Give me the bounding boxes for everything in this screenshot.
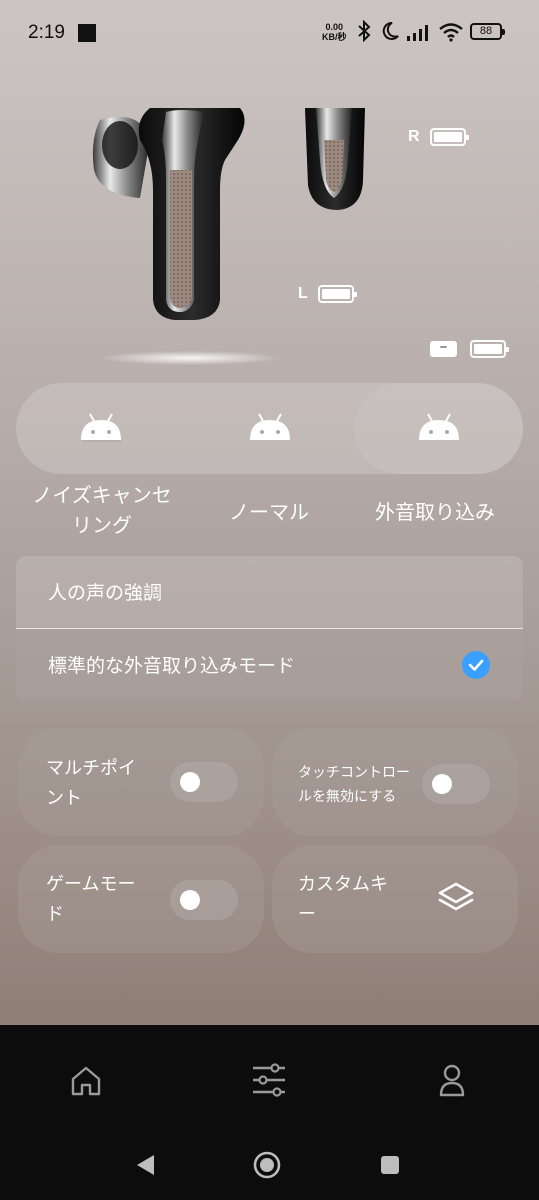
check-icon bbox=[462, 651, 490, 679]
tile-label-line2: ント bbox=[46, 788, 82, 809]
tile-label-line1: タッチコントロー bbox=[298, 765, 410, 781]
status-bar: 2:19 0.00 KB/秒 88 bbox=[0, 0, 539, 66]
layers-icon bbox=[438, 882, 474, 911]
option-voice-enhance[interactable]: 人の声の強調 bbox=[16, 556, 523, 628]
toggle-knob bbox=[432, 774, 452, 794]
tile-custom-key[interactable]: カスタムキ ー bbox=[272, 845, 518, 953]
option-label: 人の声の強調 bbox=[48, 582, 163, 604]
home-icon[interactable] bbox=[70, 1065, 102, 1097]
android-icon[interactable] bbox=[79, 412, 123, 442]
tile-label-line2: ルを無効にする bbox=[298, 789, 397, 805]
ambient-options-list: 人の声の強調 標準的な外音取り込みモード bbox=[16, 556, 523, 701]
multipoint-toggle[interactable] bbox=[170, 762, 238, 802]
option-label: 標準的な外音取り込みモード bbox=[48, 655, 296, 677]
left-earbud-battery-icon bbox=[318, 285, 357, 303]
android-icon[interactable] bbox=[248, 412, 292, 442]
tile-game-mode[interactable]: ゲームモー ド bbox=[18, 845, 264, 953]
network-speed-value: 0.00 bbox=[325, 22, 344, 32]
option-standard-ambient[interactable]: 標準的な外音取り込みモード bbox=[16, 629, 523, 701]
tile-label: カスタムキ ー bbox=[298, 870, 388, 930]
right-earbud-battery-icon bbox=[430, 128, 469, 146]
wifi-icon bbox=[439, 23, 463, 42]
tile-touch-control[interactable]: タッチコントロー ルを無効にする bbox=[272, 728, 518, 836]
back-icon[interactable] bbox=[134, 1153, 156, 1177]
mode-label-line1: ノイズキャンセ bbox=[32, 483, 172, 507]
network-speed: 0.00 KB/秒 bbox=[322, 22, 347, 42]
case-battery-icon bbox=[470, 340, 509, 358]
left-earbud-label: L bbox=[298, 285, 308, 302]
bluetooth-icon bbox=[358, 20, 371, 42]
tile-label-line1: マルチポイ bbox=[46, 758, 136, 779]
tile-label-line2: ド bbox=[46, 904, 64, 925]
mode-ambient[interactable]: 外音取り込み bbox=[354, 497, 516, 527]
profile-icon[interactable] bbox=[438, 1063, 466, 1097]
mode-normal[interactable]: ノーマル bbox=[184, 497, 354, 527]
mode-label-line2: リング bbox=[72, 513, 132, 537]
mode-noise-cancelling[interactable]: ノイズキャンセ リング bbox=[14, 480, 190, 540]
tile-label-line1: ゲームモー bbox=[46, 874, 136, 895]
signal-bars-icon bbox=[407, 25, 428, 41]
tile-label-line1: カスタムキ bbox=[298, 874, 388, 895]
equalizer-sliders-icon[interactable] bbox=[251, 1063, 287, 1097]
mode-label-line1: 外音取り込み bbox=[375, 500, 495, 524]
tile-label: マルチポイ ント bbox=[46, 754, 136, 814]
tile-label: タッチコントロー ルを無効にする bbox=[298, 761, 410, 809]
tile-multipoint[interactable]: マルチポイ ント bbox=[18, 728, 264, 836]
battery-icon: 88 bbox=[470, 23, 505, 40]
toggle-knob bbox=[180, 772, 200, 792]
charging-case-icon bbox=[430, 341, 457, 357]
app-screen: 2:19 0.00 KB/秒 88 R L ノイズキャンセ リング ノーマル 外… bbox=[0, 0, 539, 1025]
bottom-navigation bbox=[0, 1025, 539, 1200]
do-not-disturb-moon-icon bbox=[382, 21, 399, 40]
notification-square-icon bbox=[78, 24, 96, 42]
recents-square-icon[interactable] bbox=[380, 1155, 400, 1175]
android-icon[interactable] bbox=[417, 412, 461, 442]
status-time: 2:19 bbox=[28, 22, 65, 43]
touch-control-toggle[interactable] bbox=[422, 764, 490, 804]
right-earbud-label: R bbox=[408, 128, 420, 145]
tile-label: ゲームモー ド bbox=[46, 870, 135, 930]
earbuds-image bbox=[92, 108, 365, 365]
tile-label-line2: ー bbox=[298, 904, 316, 925]
home-circle-icon[interactable] bbox=[253, 1151, 281, 1179]
mode-label-line1: ノーマル bbox=[229, 500, 309, 524]
toggle-knob bbox=[180, 890, 200, 910]
game-mode-toggle[interactable] bbox=[170, 880, 238, 920]
network-speed-unit: KB/秒 bbox=[322, 32, 347, 42]
